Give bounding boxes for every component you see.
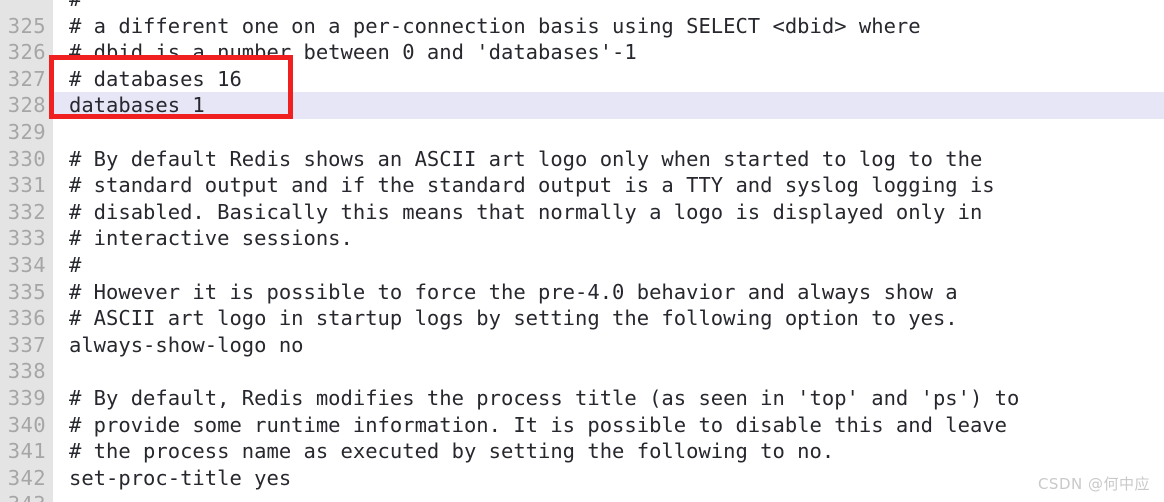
line-number: 335: [7, 279, 46, 304]
line-number: 341: [7, 439, 46, 464]
line-text[interactable]: # databases 16: [69, 66, 242, 93]
line-number: 326: [7, 40, 46, 65]
line-number: 333: [7, 226, 46, 251]
line-number: 337: [7, 332, 46, 357]
line-number: 340: [7, 412, 46, 437]
line-text[interactable]: # By default Redis shows an ASCII art lo…: [69, 146, 982, 173]
code-line[interactable]: 328 databases 1: [0, 92, 1164, 119]
code-line[interactable]: 338: [0, 358, 1164, 385]
code-line[interactable]: 335 # However it is possible to force the…: [0, 279, 1164, 306]
line-text[interactable]: #: [69, 0, 81, 13]
code-line[interactable]: 326 # dbid is a number between 0 and 'dat…: [0, 39, 1164, 66]
line-number: 331: [7, 173, 46, 198]
line-highlight-background: [53, 119, 1164, 146]
line-text[interactable]: always-show-logo no: [69, 332, 304, 359]
line-number: 327: [7, 66, 46, 91]
line-text[interactable]: # a different one on a per-connection ba…: [69, 13, 921, 40]
code-line[interactable]: 343: [0, 491, 1164, 502]
line-text[interactable]: # the process name as executed by settin…: [69, 438, 834, 465]
line-text[interactable]: # dbid is a number between 0 and 'databa…: [69, 39, 637, 66]
line-number: 332: [7, 199, 46, 224]
line-number: 325: [7, 13, 46, 38]
code-line[interactable]: 341 # the process name as executed by set…: [0, 438, 1164, 465]
code-line[interactable]: 334 #: [0, 252, 1164, 279]
code-line[interactable]: 331 # standard output and if the standard…: [0, 172, 1164, 199]
line-highlight-background: [53, 92, 1164, 119]
code-content-area[interactable]: #325 # a different one on a per-connectio…: [0, 0, 1164, 502]
code-line[interactable]: 342 set-proc-title yes: [0, 465, 1164, 492]
line-highlight-background: [53, 252, 1164, 279]
code-editor-pane[interactable]: #325 # a different one on a per-connectio…: [0, 0, 1164, 502]
line-text[interactable]: set-proc-title yes: [69, 465, 291, 492]
line-text[interactable]: # standard output and if the standard ou…: [69, 172, 995, 199]
line-text[interactable]: databases 1: [69, 92, 205, 119]
code-line[interactable]: 325 # a different one on a per-connection…: [0, 13, 1164, 40]
code-line[interactable]: #: [0, 0, 1164, 13]
line-number: 329: [7, 120, 46, 144]
line-number: 336: [7, 306, 46, 331]
line-highlight-background: [53, 491, 1164, 502]
line-highlight-background: [53, 358, 1164, 385]
line-number: 343: [0, 491, 46, 502]
line-text[interactable]: # provide some runtime information. It i…: [69, 412, 1007, 439]
code-line[interactable]: 330 # By default Redis shows an ASCII art…: [0, 146, 1164, 173]
line-text[interactable]: # disabled. Basically this means that no…: [69, 199, 982, 226]
line-text[interactable]: #: [69, 252, 81, 279]
code-line[interactable]: 333 # interactive sessions.: [0, 225, 1164, 252]
line-number: 339: [7, 386, 46, 410]
line-number: 334: [7, 253, 46, 277]
line-number: 328: [7, 93, 46, 118]
code-line[interactable]: 339 # By default, Redis modifies the proc…: [0, 385, 1164, 412]
line-highlight-background: [53, 0, 1164, 13]
code-line[interactable]: 329: [0, 119, 1164, 146]
line-text[interactable]: # By default, Redis modifies the process…: [69, 385, 1019, 412]
line-number: 338: [7, 359, 46, 384]
csdn-watermark: CSDN @何中应: [1037, 475, 1150, 493]
line-text[interactable]: # interactive sessions.: [69, 225, 353, 252]
code-line[interactable]: 340 # provide some runtime information. I…: [0, 412, 1164, 439]
code-line[interactable]: 336 # ASCII art logo in startup logs by s…: [0, 305, 1164, 332]
code-line[interactable]: 327 # databases 16: [0, 66, 1164, 93]
line-number: 330: [7, 146, 46, 171]
line-text[interactable]: # ASCII art logo in startup logs by sett…: [69, 305, 958, 332]
code-line[interactable]: 337 always-show-logo no: [0, 332, 1164, 359]
line-number: 342: [7, 465, 46, 490]
line-text[interactable]: # However it is possible to force the pr…: [69, 279, 958, 306]
code-line[interactable]: 332 # disabled. Basically this means that…: [0, 199, 1164, 226]
